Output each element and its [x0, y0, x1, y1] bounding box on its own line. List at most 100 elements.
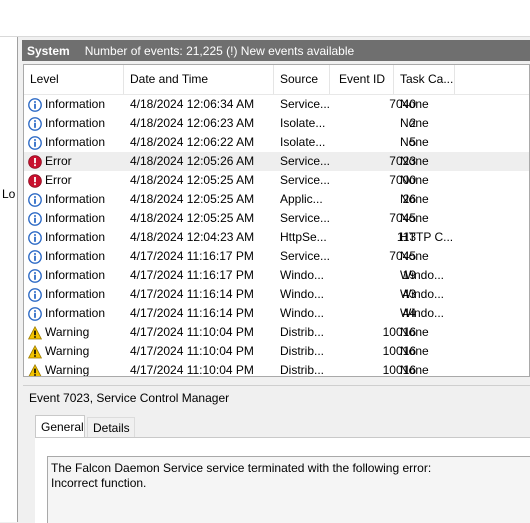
source-cell: Distrib... [280, 325, 325, 339]
task-category-cell: None [400, 173, 429, 187]
source-cell: Service... [280, 154, 331, 168]
task-category-cell: Windo... [400, 306, 445, 320]
events-list[interactable]: Level Date and Time Source Event ID Task… [23, 64, 530, 377]
task-category-cell: None [400, 192, 429, 206]
level-cell: Information [28, 266, 124, 285]
level-text: Information [45, 230, 106, 244]
level-cell: Information [28, 247, 124, 266]
table-row[interactable]: Information 4/18/2024 12:06:23 AM Isolate.… [24, 114, 529, 133]
task-category-cell: None [400, 116, 429, 130]
level-cell: Error [28, 152, 124, 171]
tab-details[interactable]: Details [87, 417, 135, 437]
error-icon [28, 173, 42, 188]
source-cell: Isolate... [280, 116, 326, 130]
left-tree-pane[interactable]: Lo [0, 37, 18, 522]
info-icon [28, 306, 42, 321]
table-row[interactable]: Warning 4/17/2024 11:10:04 PM Distrib... 10… [24, 342, 529, 361]
date-cell: 4/18/2024 12:06:23 AM [130, 116, 255, 130]
task-category-cell: Windo... [400, 287, 445, 301]
level-text: Error [45, 173, 72, 187]
date-cell: 4/17/2024 11:16:17 PM [130, 268, 254, 282]
level-text: Warning [45, 325, 90, 339]
source-cell: Applic... [280, 192, 323, 206]
table-row[interactable]: Information 4/17/2024 11:16:14 PM Windo...… [24, 285, 529, 304]
events-rows: Information 4/18/2024 12:06:34 AM Service.… [24, 95, 529, 377]
event-description[interactable]: The Falcon Daemon Service service termin… [47, 456, 530, 523]
info-icon [28, 287, 42, 302]
table-row[interactable]: Warning 4/17/2024 11:10:04 PM Distrib... 10… [24, 361, 529, 377]
column-header-row: Level Date and Time Source Event ID Task… [24, 65, 529, 95]
level-text: Information [45, 135, 106, 149]
task-category-cell: None [400, 154, 429, 168]
tab-general[interactable]: General [35, 415, 85, 437]
level-cell: Information [28, 304, 124, 323]
table-row[interactable]: Information 4/17/2024 11:16:17 PM Windo...… [24, 266, 529, 285]
column-header-event-id[interactable]: Event ID [330, 65, 394, 94]
warning-icon [28, 325, 42, 340]
table-row[interactable]: Error 4/18/2024 12:05:25 AM Service... 7000… [24, 171, 529, 190]
column-header-level[interactable]: Level [24, 65, 124, 94]
date-cell: 4/17/2024 11:10:04 PM [130, 363, 254, 377]
top-toolbar-strip [0, 0, 530, 37]
info-icon [28, 192, 42, 207]
log-title: System [27, 43, 70, 58]
table-row[interactable]: Information 4/18/2024 12:06:34 AM Service.… [24, 95, 529, 114]
table-row[interactable]: Warning 4/17/2024 11:10:04 PM Distrib... 10… [24, 323, 529, 342]
level-text: Information [45, 268, 106, 282]
info-icon [28, 135, 42, 150]
date-cell: 4/17/2024 11:16:14 PM [130, 287, 254, 301]
level-text: Information [45, 287, 106, 301]
table-row[interactable]: Information 4/17/2024 11:16:14 PM Windo...… [24, 304, 529, 323]
info-icon [28, 211, 42, 226]
info-icon [28, 97, 42, 112]
table-row[interactable]: Information 4/17/2024 11:16:17 PM Service.… [24, 247, 529, 266]
task-category-cell: None [400, 249, 429, 263]
date-cell: 4/17/2024 11:10:04 PM [130, 344, 254, 358]
source-cell: Distrib... [280, 344, 325, 358]
level-cell: Information [28, 95, 124, 114]
date-cell: 4/17/2024 11:16:14 PM [130, 306, 254, 320]
general-tab-panel: The Falcon Daemon Service service termin… [35, 437, 530, 523]
level-text: Warning [45, 363, 90, 377]
source-cell: Windo... [280, 268, 325, 282]
table-row[interactable]: Information 4/18/2024 12:05:25 AM Service.… [24, 209, 529, 228]
level-cell: Warning [28, 342, 124, 361]
task-category-cell: None [400, 344, 429, 358]
level-text: Warning [45, 344, 90, 358]
table-row[interactable]: Information 4/18/2024 12:05:25 AM Applic..… [24, 190, 529, 209]
error-icon [28, 154, 42, 169]
table-row[interactable]: Error 4/18/2024 12:05:26 AM Service... 7023… [24, 152, 529, 171]
date-cell: 4/18/2024 12:05:25 AM [130, 192, 255, 206]
level-text: Information [45, 249, 106, 263]
level-cell: Information [28, 285, 124, 304]
warning-icon [28, 363, 42, 376]
level-text: Information [45, 306, 106, 320]
date-cell: 4/18/2024 12:06:34 AM [130, 97, 255, 111]
table-row[interactable]: Information 4/18/2024 12:06:22 AM Isolate.… [24, 133, 529, 152]
date-cell: 4/18/2024 12:04:23 AM [130, 230, 255, 244]
column-header-date[interactable]: Date and Time [124, 65, 274, 94]
warning-icon [28, 344, 42, 359]
level-cell: Warning [28, 323, 124, 342]
task-category-cell: None [400, 211, 429, 225]
description-line-1: The Falcon Daemon Service service termin… [51, 461, 432, 475]
source-cell: Service... [280, 173, 331, 187]
date-cell: 4/17/2024 11:16:17 PM [130, 249, 254, 263]
task-category-cell: None [400, 363, 429, 377]
level-cell: Error [28, 171, 124, 190]
detail-header: Event 7023, Service Control Manager [23, 385, 530, 409]
source-cell: Windo... [280, 306, 325, 320]
date-cell: 4/18/2024 12:06:22 AM [130, 135, 255, 149]
task-category-cell: HTTP C... [400, 230, 454, 244]
date-cell: 4/18/2024 12:05:25 AM [130, 173, 255, 187]
date-cell: 4/18/2024 12:05:26 AM [130, 154, 255, 168]
column-header-task[interactable]: Task Ca... [394, 65, 455, 94]
left-pane-label: Lo [2, 187, 16, 201]
info-icon [28, 268, 42, 283]
column-header-source[interactable]: Source [274, 65, 330, 94]
level-text: Information [45, 116, 106, 130]
date-cell: 4/18/2024 12:05:25 AM [130, 211, 255, 225]
level-cell: Information [28, 114, 124, 133]
table-row[interactable]: Information 4/18/2024 12:04:23 AM HttpSe..… [24, 228, 529, 247]
source-cell: Service... [280, 211, 331, 225]
